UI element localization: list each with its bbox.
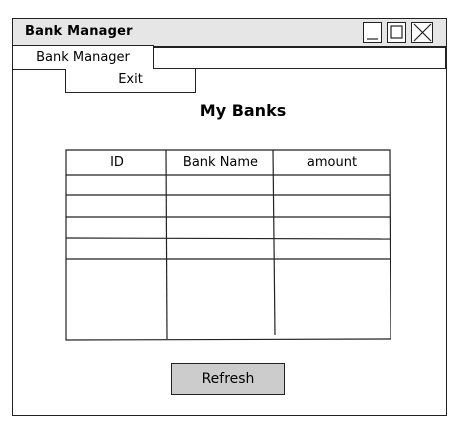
table-grid (65, 149, 391, 341)
close-icon (413, 23, 432, 42)
refresh-button[interactable]: Refresh (171, 363, 285, 395)
banks-table: ID Bank Name amount (65, 149, 391, 341)
column-header-bank-name[interactable]: Bank Name (167, 151, 274, 175)
minimize-icon (367, 38, 378, 40)
minimize-button[interactable] (363, 22, 382, 43)
menu-bar: Bank Manager (12, 45, 446, 70)
window-title: Bank Manager (25, 24, 133, 39)
bank-manager-window: Bank Manager Bank Manager Exit My Banks (12, 18, 447, 416)
column-header-amount[interactable]: amount (274, 151, 390, 175)
close-button[interactable] (411, 22, 433, 43)
maximize-button[interactable] (387, 22, 406, 43)
page-title: My Banks (199, 101, 287, 120)
menu-bank-manager[interactable]: Bank Manager (12, 45, 154, 70)
title-bar: Bank Manager (13, 19, 446, 47)
menu-item-exit[interactable]: Exit (65, 69, 196, 93)
maximize-icon (390, 25, 403, 39)
column-header-id[interactable]: ID (67, 151, 167, 175)
